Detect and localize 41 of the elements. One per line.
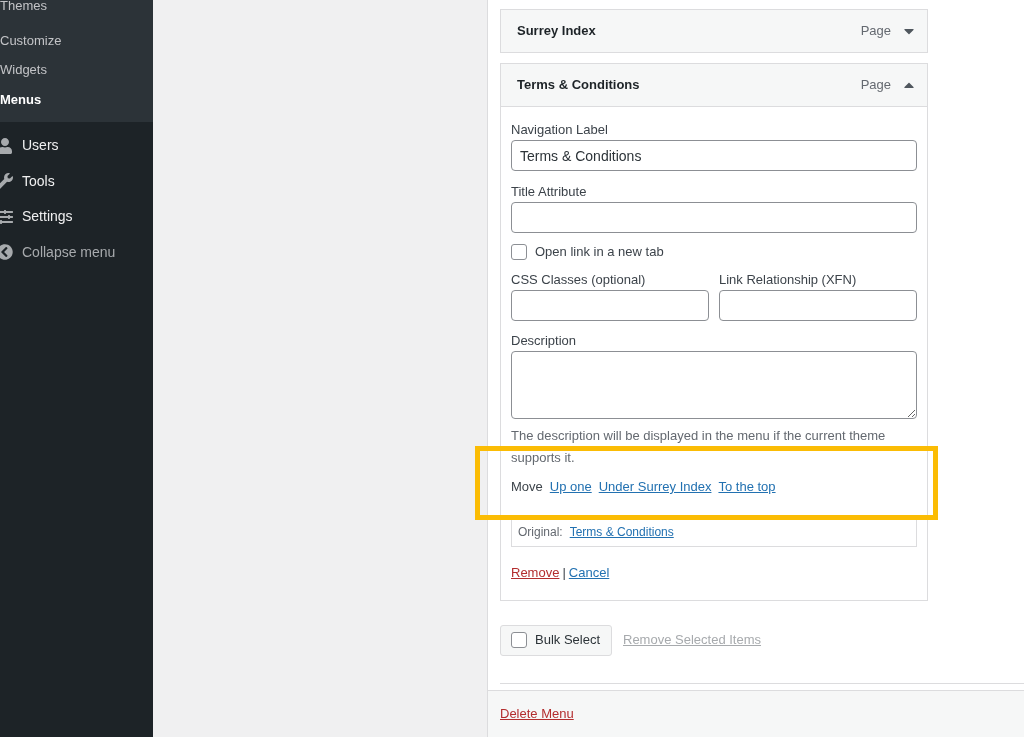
cancel-link[interactable]: Cancel [568, 563, 610, 583]
move-label: Move [511, 478, 543, 497]
sliders-icon [0, 208, 13, 225]
sidebar-item[interactable]: Users [0, 128, 153, 164]
submenu-item[interactable]: Themes [0, 0, 153, 26]
text-field[interactable]: Terms & Conditions [511, 140, 917, 171]
original-label: Original: [518, 523, 563, 541]
field-label: Link Relationship (XFN) [719, 273, 858, 287]
text-field[interactable] [719, 290, 917, 321]
checkbox[interactable] [511, 244, 527, 260]
menu-item-header[interactable]: Terms & Conditions Page [501, 64, 927, 106]
field-label: Description [511, 334, 578, 348]
sidebar-item[interactable]: Tools [0, 163, 153, 199]
collapse-icon [0, 244, 13, 261]
field-label: Navigation Label [511, 123, 609, 137]
user-icon [0, 137, 13, 154]
sidebar-item[interactable]: Collapse menu [0, 234, 153, 270]
move-link[interactable]: Up one [549, 477, 592, 497]
checkbox-label: Open link in a new tab [535, 243, 664, 262]
separator: | [562, 564, 566, 582]
description-field[interactable] [511, 351, 917, 419]
wrench-icon [0, 173, 13, 190]
move-link[interactable]: To the top [718, 477, 776, 497]
field-label: CSS Classes (optional) [511, 273, 647, 287]
delete-menu-link[interactable]: Delete Menu [500, 704, 574, 724]
field-label: Title Attribute [511, 185, 588, 199]
text-field[interactable] [511, 202, 917, 233]
bulk-select-button[interactable]: Bulk Select [500, 624, 612, 656]
original-link[interactable]: Terms & Conditions [569, 522, 674, 541]
checkbox[interactable] [511, 632, 527, 648]
text-field[interactable] [511, 290, 709, 321]
item-type: Page [860, 22, 891, 41]
item-type: Page [860, 76, 891, 95]
menu-item-header[interactable]: Surrey Index Page [501, 10, 927, 52]
submenu-item[interactable]: Widgets [0, 55, 153, 85]
help-text: The description will be displayed in the menu if the current theme supports it. [511, 427, 887, 467]
submenu-item[interactable]: Customize [0, 25, 153, 55]
move-link[interactable]: Under Surrey Index [598, 477, 712, 497]
submenu-item[interactable]: Menus [0, 84, 153, 114]
sidebar-item[interactable]: Settings [0, 199, 153, 235]
remove-link[interactable]: Remove [511, 563, 560, 583]
